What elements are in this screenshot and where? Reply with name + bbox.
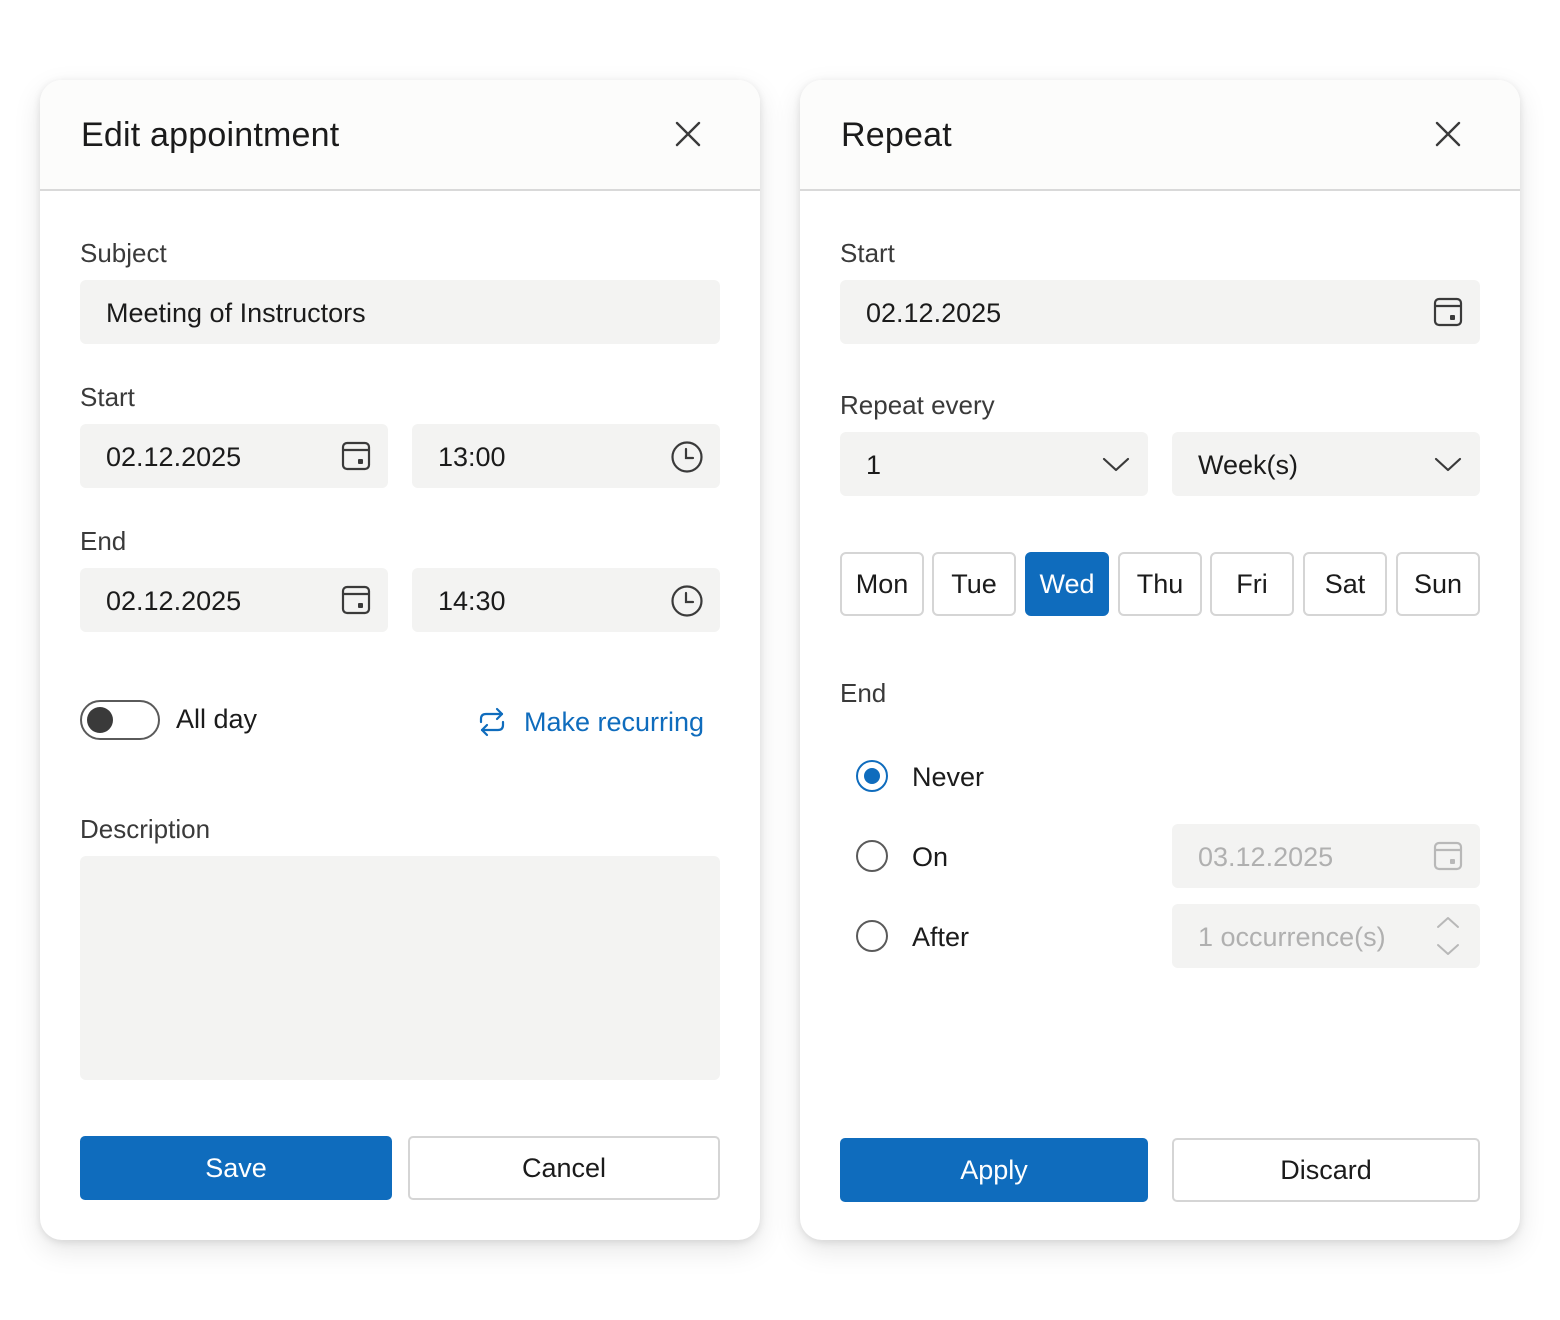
apply-button[interactable]: Apply xyxy=(840,1138,1148,1202)
day-sun-button[interactable]: Sun xyxy=(1396,552,1480,616)
interval-select[interactable]: 1 xyxy=(840,432,1148,496)
end-label: End xyxy=(80,526,127,556)
start-label: Start xyxy=(840,238,895,268)
chevron-down-icon xyxy=(1432,448,1464,480)
chevron-down-icon xyxy=(1100,448,1132,480)
close-icon[interactable] xyxy=(1432,118,1464,150)
day-wed-button[interactable]: Wed xyxy=(1025,552,1109,616)
start-date-input[interactable]: 02.12.2025 xyxy=(80,424,388,488)
occurrence-count-input[interactable]: 1 occurrence(s) xyxy=(1172,904,1480,968)
start-date-value: 02.12.2025 xyxy=(106,442,242,472)
end-date-value: 02.12.2025 xyxy=(106,586,242,616)
end-label: End xyxy=(840,678,887,708)
dialog-title: Repeat xyxy=(841,116,952,154)
start-date-value: 02.12.2025 xyxy=(866,298,1002,328)
subject-label: Subject xyxy=(80,238,167,268)
repeat-every-label: Repeat every xyxy=(840,390,995,420)
dialog-title: Edit appointment xyxy=(81,116,340,154)
day-tue-button[interactable]: Tue xyxy=(932,552,1016,616)
end-date-input[interactable]: 02.12.2025 xyxy=(80,568,388,632)
end-after-label: After xyxy=(912,922,970,952)
subject-input[interactable]: Meeting of Instructors xyxy=(80,280,720,344)
calendar-icon xyxy=(1432,840,1464,872)
calendar-icon[interactable] xyxy=(1432,296,1464,328)
end-on-label: On xyxy=(912,842,949,872)
day-fri-button[interactable]: Fri xyxy=(1210,552,1294,616)
chevron-up-icon[interactable] xyxy=(1434,912,1466,936)
end-time-input[interactable]: 14:30 xyxy=(412,568,720,632)
chevron-down-icon[interactable] xyxy=(1434,940,1466,964)
interval-value: 1 xyxy=(866,450,882,480)
edit-appointment-dialog: Edit appointment Subject Meeting of Inst… xyxy=(40,80,760,1240)
end-time-value: 14:30 xyxy=(438,586,506,616)
start-label: Start xyxy=(80,382,135,412)
unit-value: Week(s) xyxy=(1198,450,1299,480)
start-time-input[interactable]: 13:00 xyxy=(412,424,720,488)
start-date-input[interactable]: 02.12.2025 xyxy=(840,280,1480,344)
make-recurring-label: Make recurring xyxy=(524,706,705,737)
all-day-toggle[interactable] xyxy=(80,700,160,740)
end-on-date-input[interactable]: 03.12.2025 xyxy=(1172,824,1480,888)
dialog-header: Edit appointment xyxy=(40,80,760,191)
dialog-header: Repeat xyxy=(800,80,1520,191)
description-input[interactable] xyxy=(80,856,720,1080)
clock-icon[interactable] xyxy=(670,440,703,473)
start-time-value: 13:00 xyxy=(438,442,506,472)
day-mon-button[interactable]: Mon xyxy=(840,552,924,616)
description-label: Description xyxy=(80,814,211,844)
calendar-icon[interactable] xyxy=(340,440,372,472)
all-day-label: All day xyxy=(176,704,258,734)
toggle-knob xyxy=(87,707,113,733)
day-sat-button[interactable]: Sat xyxy=(1303,552,1387,616)
close-icon[interactable] xyxy=(672,118,704,150)
discard-button[interactable]: Discard xyxy=(1172,1138,1480,1202)
repeat-dialog: Repeat Start 02.12.2025 Repeat every 1 W… xyxy=(800,80,1520,1240)
cancel-button[interactable]: Cancel xyxy=(408,1136,720,1200)
repeat-icon xyxy=(474,706,510,738)
make-recurring-button[interactable]: Make recurring xyxy=(474,702,704,742)
save-button[interactable]: Save xyxy=(80,1136,392,1200)
end-never-radio[interactable] xyxy=(856,760,888,792)
end-on-radio[interactable] xyxy=(856,840,888,872)
subject-value: Meeting of Instructors xyxy=(106,298,366,328)
clock-icon[interactable] xyxy=(670,584,703,617)
end-after-radio[interactable] xyxy=(856,920,888,952)
occurrence-count-value: 1 occurrence(s) xyxy=(1198,922,1386,952)
day-thu-button[interactable]: Thu xyxy=(1118,552,1202,616)
end-never-label: Never xyxy=(912,762,985,792)
unit-select[interactable]: Week(s) xyxy=(1172,432,1480,496)
end-on-date-value: 03.12.2025 xyxy=(1198,842,1334,872)
calendar-icon[interactable] xyxy=(340,584,372,616)
